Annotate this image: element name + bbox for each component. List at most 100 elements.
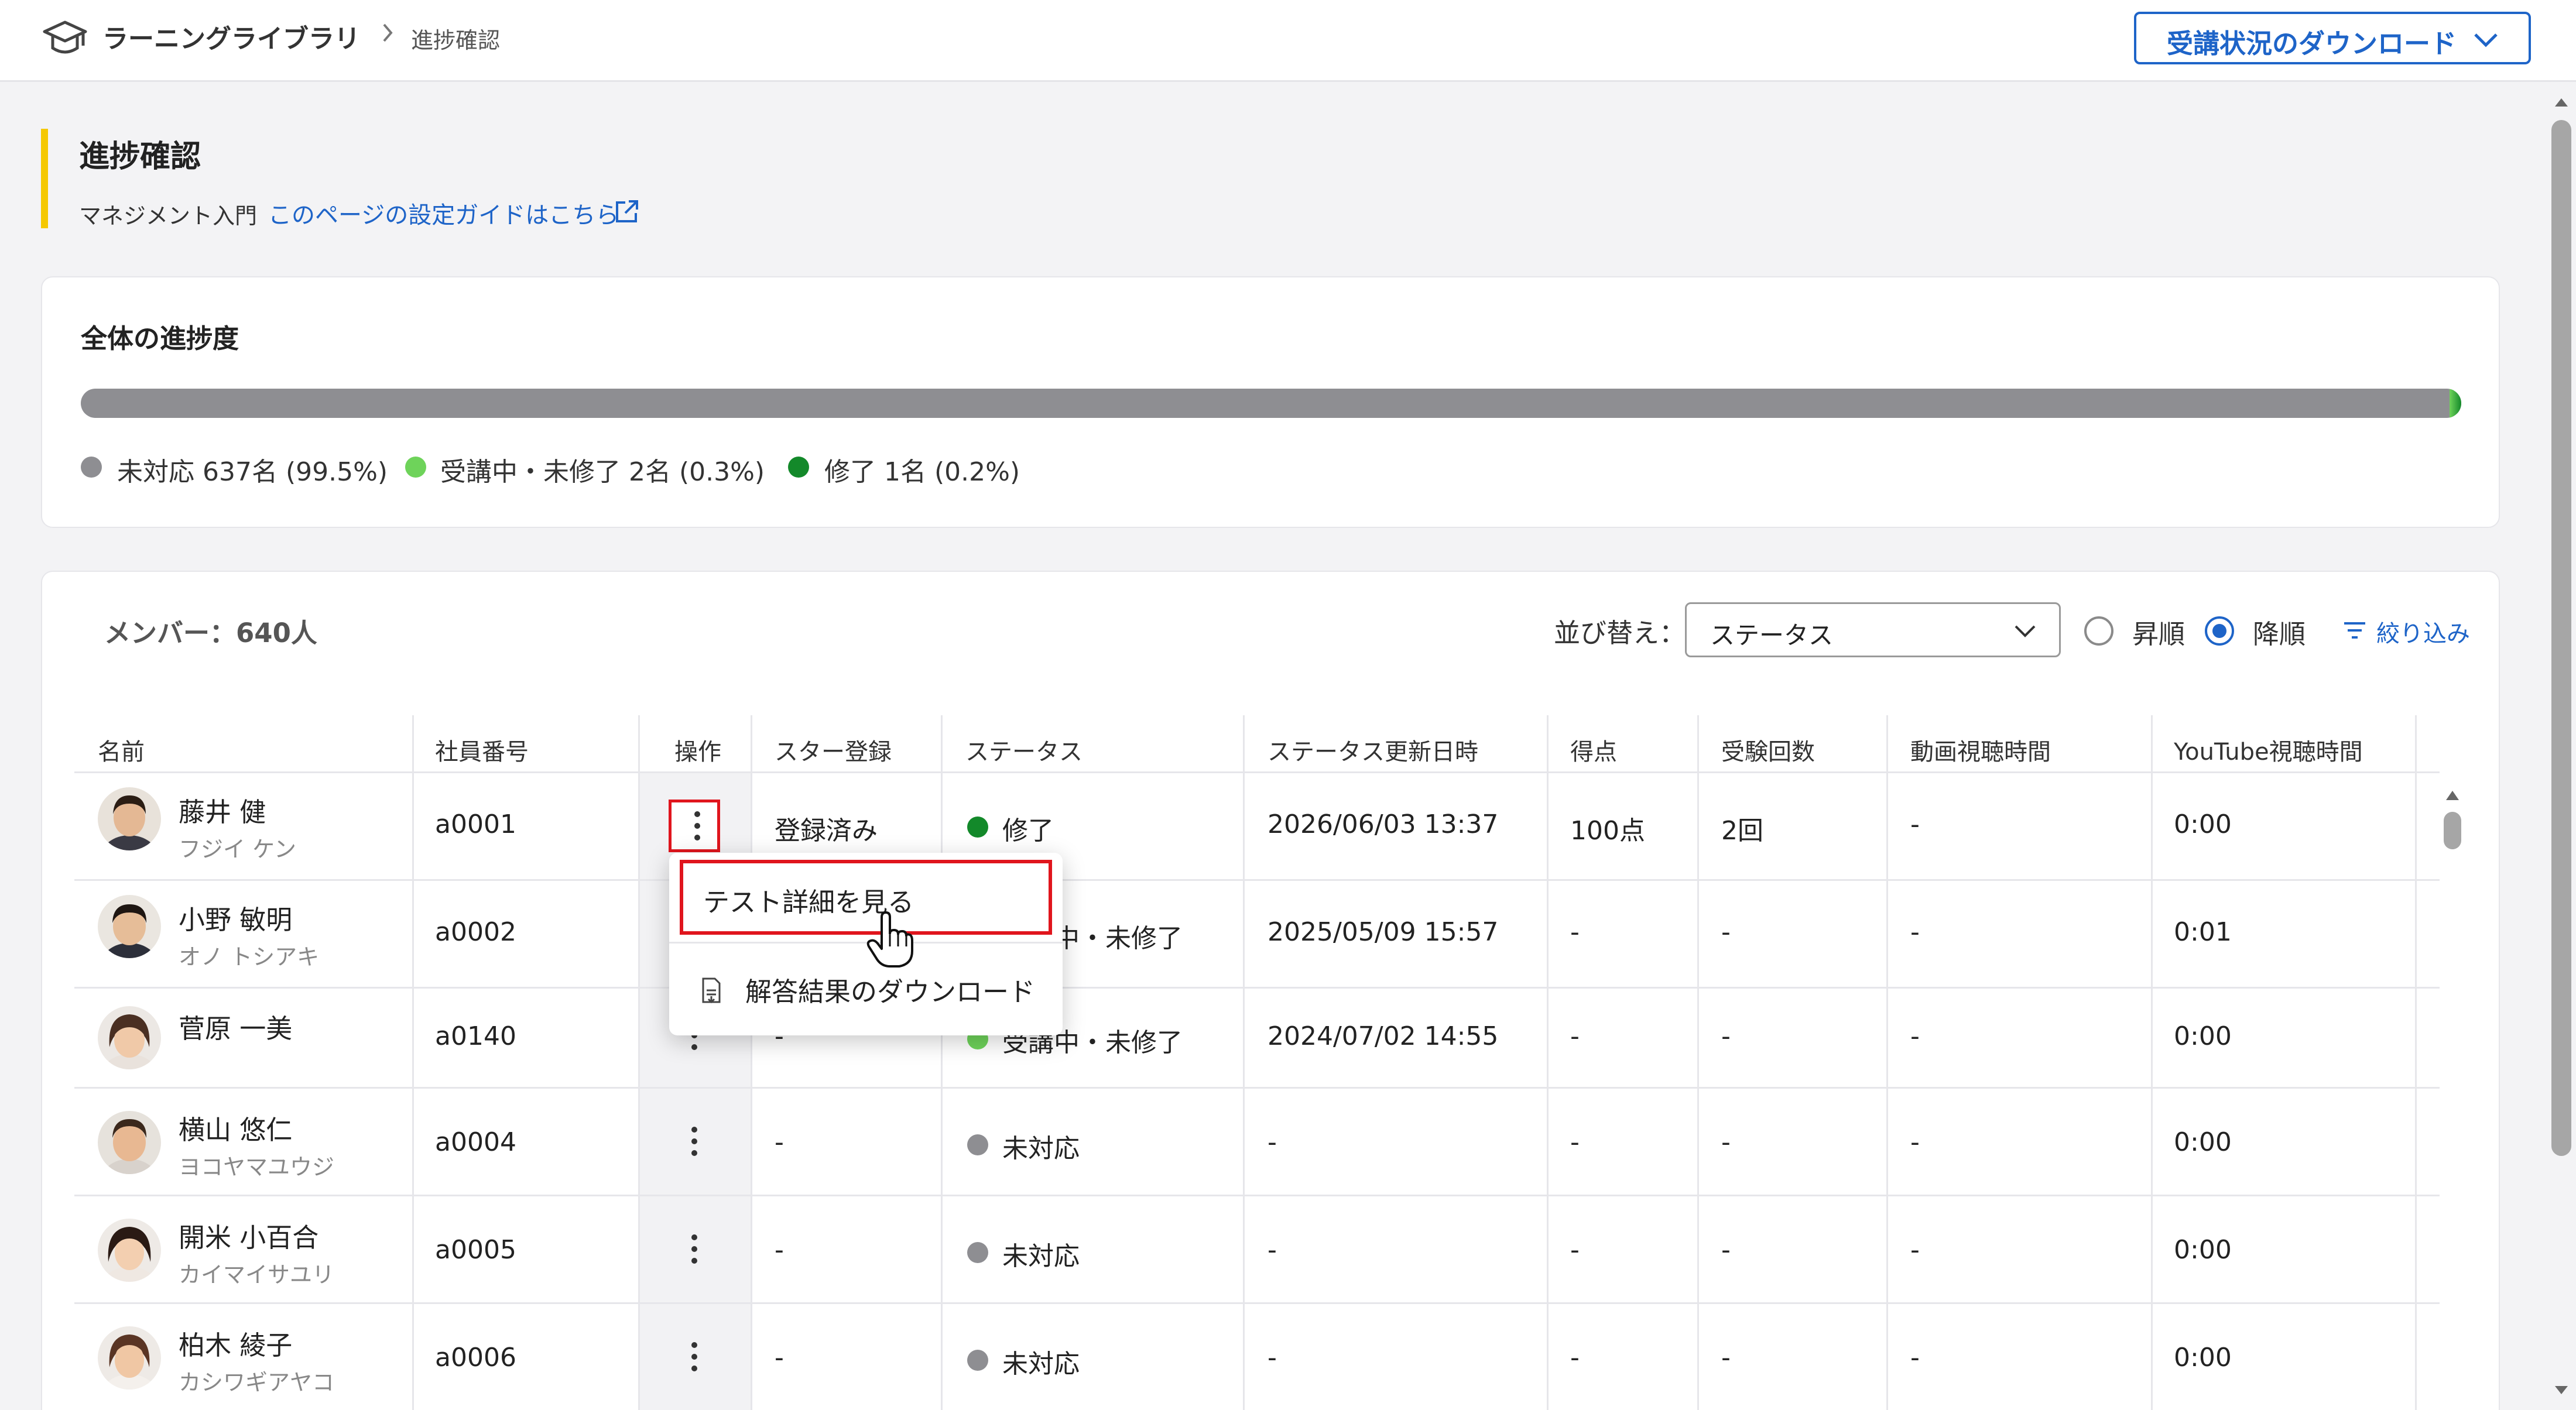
score: - xyxy=(1570,1343,1580,1373)
table-row[interactable]: 小野 敏明 オノ トシアキ a0002 - 受講中・未修了 2025/05/09… xyxy=(74,879,2440,989)
member-name[interactable]: 菅原 一美 xyxy=(179,1007,292,1045)
row-actions-button[interactable] xyxy=(669,1226,720,1278)
table-scroll-up-arrow[interactable] xyxy=(2444,787,2461,804)
member-name[interactable]: 小野 敏明 xyxy=(179,898,292,936)
kebab-dot xyxy=(694,811,700,817)
sort-select-value: ステータス xyxy=(1710,621,1834,650)
attempts: - xyxy=(1721,917,1731,947)
progress-bar-started-fill xyxy=(2449,389,2461,418)
avatar xyxy=(98,787,161,850)
employee-id: a0004 xyxy=(435,1127,516,1157)
row-divider xyxy=(751,1089,752,1196)
score: 100点 xyxy=(1570,816,1645,846)
row-divider xyxy=(1547,773,1549,881)
kebab-dot xyxy=(691,1366,697,1371)
view-test-details-item[interactable]: テスト詳細を見る xyxy=(680,860,1052,935)
row-divider xyxy=(638,881,640,989)
download-status-label: 受講状況のダウンロード xyxy=(2167,28,2457,59)
kebab-dot xyxy=(691,1127,697,1133)
row-divider xyxy=(2415,989,2417,1089)
row-divider xyxy=(1547,881,1549,989)
col-name[interactable]: 名前 xyxy=(98,715,145,774)
attempts: - xyxy=(1721,1021,1731,1051)
employee-id: a0005 xyxy=(435,1235,516,1265)
download-status-button[interactable]: 受講状況のダウンロード xyxy=(2134,12,2531,64)
asc-label[interactable]: 昇順 xyxy=(2132,613,2185,651)
row-divider xyxy=(1886,1089,1888,1196)
legend-not-started: 未対応 637名 (99.5%) xyxy=(117,457,388,487)
member-name[interactable]: 藤井 健 xyxy=(179,791,266,829)
download-answers-item[interactable]: 解答結果のダウンロード xyxy=(669,949,1063,1025)
member-name[interactable]: 柏木 綾子 xyxy=(179,1324,292,1362)
desc-label[interactable]: 降順 xyxy=(2253,613,2306,651)
page-scrollbar-thumb[interactable] xyxy=(2551,120,2571,1156)
row-divider xyxy=(638,1304,640,1410)
asc-radio[interactable] xyxy=(2084,616,2113,646)
col-actions: 操作 xyxy=(674,739,721,766)
member-name[interactable]: 開米 小百合 xyxy=(179,1216,318,1254)
column-divider xyxy=(2151,715,2153,774)
row-divider xyxy=(1697,989,1699,1089)
graduation-cap-icon xyxy=(43,20,87,54)
row-actions-button[interactable] xyxy=(669,1333,720,1386)
row-actions-button[interactable] xyxy=(669,1118,720,1171)
col-score[interactable]: 得点 xyxy=(1570,715,1617,774)
row-divider xyxy=(941,1089,943,1196)
status-updated: 2024/07/02 14:55 xyxy=(1268,1021,1499,1051)
status-updated: 2025/05/09 15:57 xyxy=(1268,917,1499,947)
table-row[interactable]: 菅原 一美 a0140 - 受講中・未修了 2024/07/02 14:55 -… xyxy=(74,987,2440,1089)
youtube-time: 0:00 xyxy=(2174,1235,2232,1265)
column-divider xyxy=(1886,715,1888,774)
col-star[interactable]: スター登録 xyxy=(775,715,892,774)
status-updated: - xyxy=(1268,1235,1277,1265)
table-row[interactable]: 柏木 綾子 カシワギアヤコ a0006 - 未対応 - - - - 0:00 xyxy=(74,1302,2440,1410)
desc-radio[interactable] xyxy=(2205,616,2234,646)
col-video-time[interactable]: 動画視聴時間 xyxy=(1910,715,2051,774)
row-divider xyxy=(2415,1196,2417,1304)
row-divider xyxy=(2415,881,2417,989)
row-divider xyxy=(1547,1304,1549,1410)
sort-select[interactable]: ステータス xyxy=(1685,602,2061,657)
filter-button[interactable]: 絞り込み xyxy=(2376,615,2470,649)
star-status: - xyxy=(775,1343,784,1373)
column-divider xyxy=(1697,715,1699,774)
progress-title: 全体の進捗度 xyxy=(81,323,239,354)
column-divider xyxy=(1243,715,1245,774)
row-divider xyxy=(1243,989,1245,1089)
table-row[interactable]: 開米 小百合 カイマイサユリ a0005 - 未対応 - - - - 0:00 xyxy=(74,1195,2440,1304)
external-link-icon[interactable] xyxy=(614,198,640,225)
row-divider xyxy=(2415,1089,2417,1196)
col-employee-id[interactable]: 社員番号 xyxy=(435,715,529,774)
avatar xyxy=(98,1219,161,1282)
breadcrumb-root[interactable]: ラーニングライブラリ xyxy=(102,18,360,55)
scroll-up-arrow[interactable] xyxy=(2553,94,2570,111)
row-divider xyxy=(941,1304,943,1410)
row-divider xyxy=(638,1196,640,1304)
row-divider xyxy=(1886,773,1888,881)
scroll-down-arrow[interactable] xyxy=(2553,1381,2570,1399)
course-name: マネジメント入門 xyxy=(79,203,258,229)
table-scrollbar-thumb[interactable] xyxy=(2444,812,2461,849)
overall-progress-card: 全体の進捗度 未対応 637名 (99.5%) 受講中・未修了 2名 (0.3%… xyxy=(41,276,2500,528)
status-text: 未対応 xyxy=(1002,1241,1080,1271)
col-status[interactable]: ステータス xyxy=(965,715,1083,774)
row-divider xyxy=(941,1196,943,1304)
col-attempts[interactable]: 受験回数 xyxy=(1721,715,1815,774)
setup-guide-link[interactable]: このページの設定ガイドはこちら xyxy=(268,196,619,230)
row-divider xyxy=(1886,881,1888,989)
top-header: ラーニングライブラリ 進捗確認 受講状況のダウンロード xyxy=(0,0,2576,82)
avatar xyxy=(98,1006,161,1069)
row-divider xyxy=(412,1089,414,1196)
member-name[interactable]: 横山 悠仁 xyxy=(179,1109,292,1147)
row-actions-menu: テスト詳細を見る 解答結果のダウンロード xyxy=(669,853,1063,1035)
kebab-dot xyxy=(694,823,700,829)
row-actions-button[interactable] xyxy=(669,800,720,852)
col-youtube-time[interactable]: YouTube視聴時間 xyxy=(2174,715,2363,774)
filter-icon[interactable] xyxy=(2343,620,2366,641)
table-row[interactable]: 横山 悠仁 ヨコヤマユウジ a0004 - 未対応 - - - - 0:00 xyxy=(74,1087,2440,1196)
table-row[interactable]: 藤井 健 フジイ ケン a0001 登録済み 修了 2026/06/03 13:… xyxy=(74,771,2440,881)
column-divider xyxy=(2415,715,2417,774)
col-updated[interactable]: ステータス更新日時 xyxy=(1268,715,1478,774)
legend-in-progress: 受講中・未修了 2名 (0.3%) xyxy=(440,457,765,487)
row-divider xyxy=(2415,773,2417,881)
